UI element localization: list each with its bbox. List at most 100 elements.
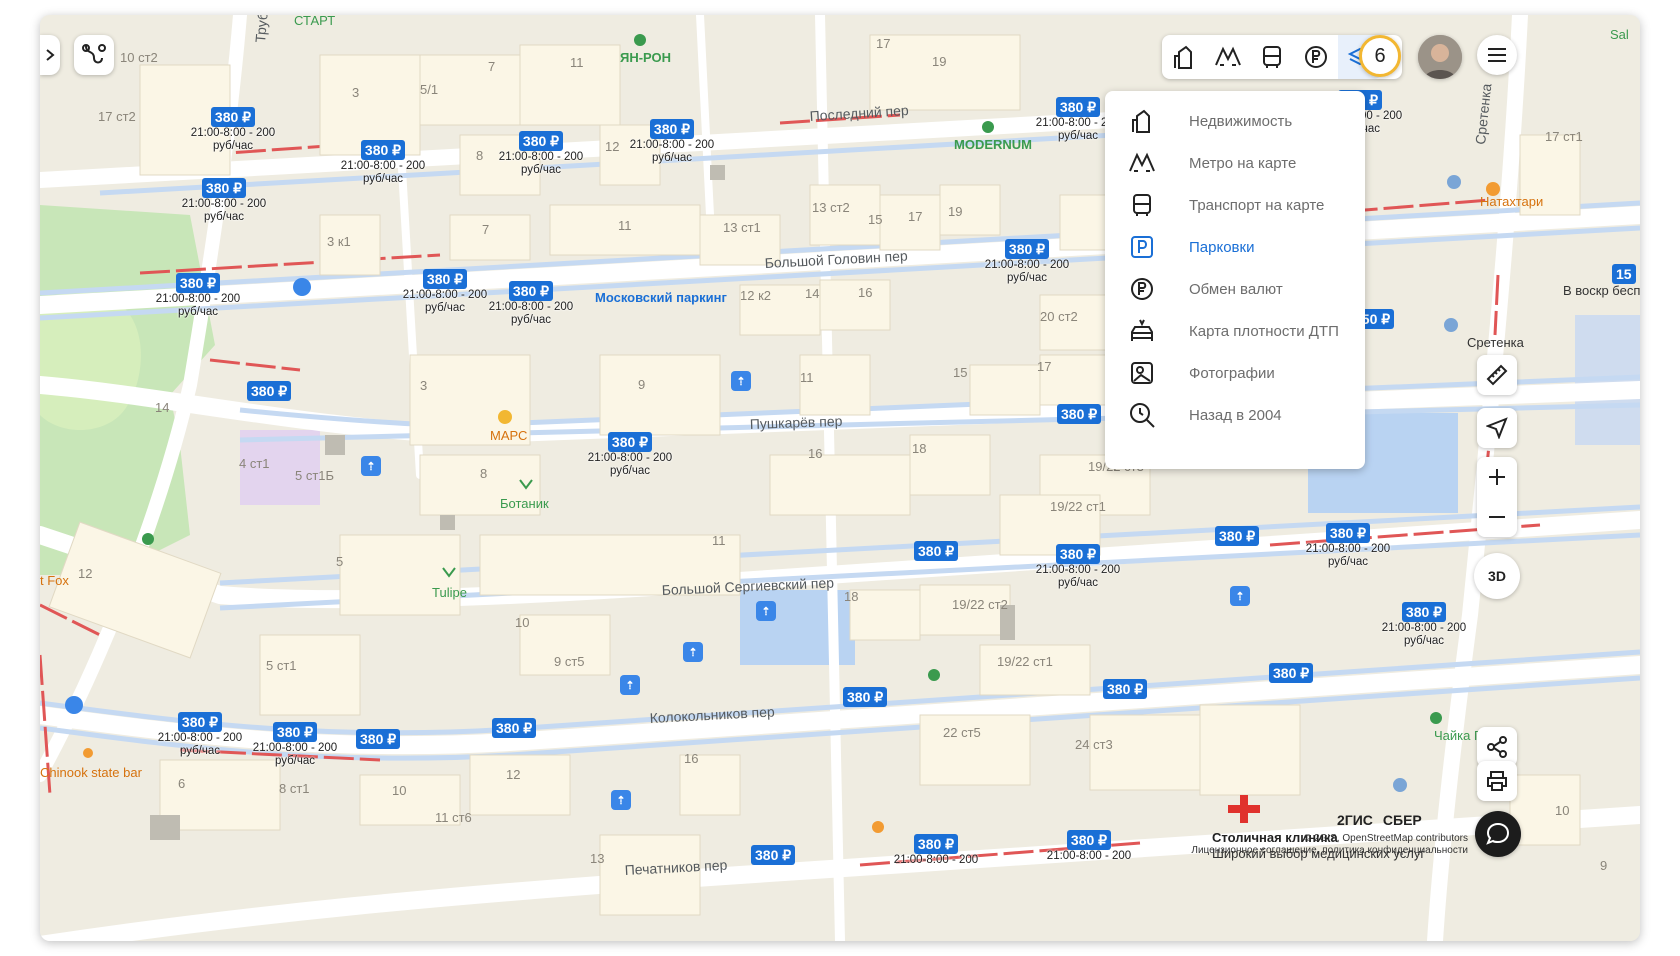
parking-schedule-unit: руб/час [609, 465, 651, 477]
parking-price-marker[interactable]: 380 ₽ 21:00-8:00 - 200 руб/час [145, 712, 255, 758]
parking-count-badge[interactable]: 15 [1612, 264, 1636, 284]
layers-menu-item-metro[interactable]: Метро на карте [1105, 143, 1365, 183]
attribution: © 2GIS, OpenStreetMap contributors Лицен… [1163, 833, 1468, 857]
building-number: 10 [515, 615, 529, 630]
notifications-button[interactable]: 6 [1359, 35, 1401, 77]
parking-price-badge[interactable]: 380 ₽ [1215, 526, 1260, 546]
parking-price-badge[interactable]: 380 ₽ [1325, 523, 1371, 543]
zoom-in-button[interactable] [1477, 457, 1517, 497]
building-number: 13 ст1 [723, 220, 761, 235]
parking-price-badge[interactable]: 380 ₽ [247, 381, 292, 401]
parking-price-badge[interactable]: 380 ₽ [272, 722, 318, 742]
parking-price-badge[interactable]: 380 ₽ [210, 107, 256, 127]
parking-schedule-unit: руб/час [1006, 272, 1048, 284]
zoom-out-button[interactable] [1477, 497, 1517, 537]
parking-price-badge[interactable]: 380 ₽ [508, 281, 554, 301]
parking-schedule: 21:00-8:00 - 200 [1046, 850, 1132, 862]
route-button[interactable] [74, 35, 114, 75]
parking-price-badge[interactable]: 380 ₽ [1103, 679, 1148, 699]
zoom-controls [1477, 457, 1517, 537]
brand-logos: 2ГИС СБЕР [1337, 812, 1422, 828]
parking-price-badge[interactable]: 380 ₽ [175, 273, 221, 293]
layers-menu-item-transport[interactable]: Транспорт на карте [1105, 185, 1365, 225]
parking-price-marker[interactable]: 380 ₽ 21:00-8:00 - 200 [881, 834, 991, 867]
parking-price-badge[interactable]: 380 ₽ [914, 541, 959, 561]
parking-entry-icon[interactable]: ⇡ [611, 790, 631, 810]
parking-price-badge[interactable]: 380 ₽ [843, 687, 888, 707]
parking-price-badge[interactable]: 380 ₽ [360, 140, 406, 160]
map-canvas[interactable]: Последний пер Большой Головин пер Пушкар… [40, 15, 1640, 941]
parking-price-marker[interactable]: 380 ₽ 21:00-8:00 - 200 руб/час [240, 722, 350, 768]
my-location-button[interactable] [1477, 408, 1517, 448]
parking-price-badge[interactable]: 380 ₽ [1055, 544, 1101, 564]
parking-entry-icon[interactable]: ⇡ [683, 642, 703, 662]
parking-price-badge[interactable]: 380 ₽ [1004, 239, 1050, 259]
parking-price-marker[interactable]: 380 ₽ 21:00-8:00 - 200 руб/час [575, 432, 685, 478]
toolbar-transport-button[interactable] [1250, 35, 1294, 79]
parking-price-marker[interactable]: 380 ₽ 21:00-8:00 - 200 руб/час [972, 239, 1082, 285]
toolbar-currency-button[interactable] [1294, 35, 1338, 79]
parking-price-marker[interactable]: 380 ₽ 21:00-8:00 - 200 руб/час [476, 281, 586, 327]
parking-price-marker[interactable]: 380 ₽ 21:00-8:00 - 200 руб/час [143, 273, 253, 319]
main-menu-button[interactable] [1477, 35, 1517, 75]
parking-price-badge[interactable]: 380 ₽ [1066, 830, 1112, 850]
parking-price-badge[interactable]: 380 ₽ [492, 718, 537, 738]
sidebar-expand-button[interactable] [40, 35, 60, 75]
parking-price-badge[interactable]: 380 ₽ [649, 119, 695, 139]
building-number: 9 [638, 377, 645, 392]
building-number: 11 [618, 218, 632, 233]
parking-price-badge[interactable]: 380 ₽ [356, 729, 401, 749]
layers-menu-label: Метро на карте [1189, 154, 1297, 172]
parking-price-marker[interactable]: 380 ₽ 21:00-8:00 - 200 [1034, 830, 1144, 863]
layers-menu-item-real-estate[interactable]: Недвижимость [1105, 101, 1365, 141]
parking-price-marker[interactable]: 380 ₽ 21:00-8:00 - 200 руб/час [1023, 544, 1133, 590]
parking-price-marker[interactable]: 380 ₽ 21:00-8:00 - 200 руб/час [486, 131, 596, 177]
building-number: 15 [868, 212, 882, 227]
layers-menu-item-parking[interactable]: Парковки [1105, 227, 1365, 267]
drop-icon [1393, 778, 1407, 792]
parking-price-badge[interactable]: 380 ₽ [422, 269, 468, 289]
parking-price-badge[interactable]: 380 ₽ [1401, 602, 1447, 622]
parking-price-badge[interactable]: 380 ₽ [607, 432, 653, 452]
parking-entry-icon[interactable]: ⇡ [756, 601, 776, 621]
parking-schedule-unit: руб/час [179, 745, 221, 757]
parking-price-marker[interactable]: 380 ₽ 21:00-8:00 - 200 руб/час [1369, 602, 1479, 648]
parking-price-marker[interactable]: 380 ₽ 21:00-8:00 - 200 руб/час [169, 178, 279, 224]
parking-entry-icon[interactable]: ⇡ [731, 371, 751, 391]
parking-price-badge[interactable]: 380 ₽ [518, 131, 564, 151]
parking-schedule-unit: руб/час [520, 164, 562, 176]
parking-price-marker[interactable]: 380 ₽ 21:00-8:00 - 200 руб/час [178, 107, 288, 153]
legal-link[interactable]: Лицензионное соглашение, политика конфид… [1163, 845, 1468, 857]
parking-price-badge[interactable]: 380 ₽ [1057, 404, 1102, 424]
map-frame[interactable]: Последний пер Большой Головин пер Пушкар… [40, 15, 1640, 941]
chat-button[interactable] [1475, 811, 1521, 857]
parking-entry-icon[interactable]: ⇡ [620, 675, 640, 695]
parking-price-marker[interactable]: 380 ₽ 21:00-8:00 - 200 руб/час [617, 119, 727, 165]
toolbar-metro-button[interactable] [1206, 35, 1250, 79]
accessibility-icon [293, 278, 311, 296]
bus-icon [1263, 46, 1281, 68]
parking-price-badge[interactable]: 380 ₽ [1055, 97, 1101, 117]
ruler-button[interactable] [1477, 355, 1517, 395]
view-3d-button[interactable]: 3D [1474, 553, 1520, 599]
parking-price-badge[interactable]: 380 ₽ [913, 834, 959, 854]
parking-schedule: 21:00-8:00 - 200 [587, 452, 673, 464]
poi-sretenka-metro: Сретенка [1467, 335, 1525, 350]
layers-menu-item-back-to-2004[interactable]: Назад в 2004 [1105, 395, 1365, 435]
print-button[interactable] [1477, 761, 1517, 801]
parking-price-badge[interactable]: 380 ₽ [177, 712, 223, 732]
toolbar-real-estate-button[interactable] [1162, 35, 1206, 79]
building-number: 14 [155, 400, 169, 415]
building-number: 12 [78, 566, 92, 581]
parking-price-badge[interactable]: 380 ₽ [201, 178, 247, 198]
layers-menu-item-accident-density[interactable]: Карта плотности ДТП [1105, 311, 1365, 351]
parking-price-badge[interactable]: 380 ₽ [1269, 663, 1314, 683]
parking-price-marker[interactable]: 380 ₽ 21:00-8:00 - 200 руб/час [1293, 523, 1403, 569]
parking-entry-icon[interactable]: ⇡ [1230, 586, 1250, 606]
avatar[interactable] [1418, 35, 1462, 79]
parking-entry-icon[interactable]: ⇡ [361, 456, 381, 476]
parking-price-badge[interactable]: 380 ₽ [751, 845, 796, 865]
parking-price-marker[interactable]: 380 ₽ 21:00-8:00 - 200 руб/час [328, 140, 438, 186]
layers-menu-item-photos[interactable]: Фотографии [1105, 353, 1365, 393]
layers-menu-item-currency[interactable]: Обмен валют [1105, 269, 1365, 309]
